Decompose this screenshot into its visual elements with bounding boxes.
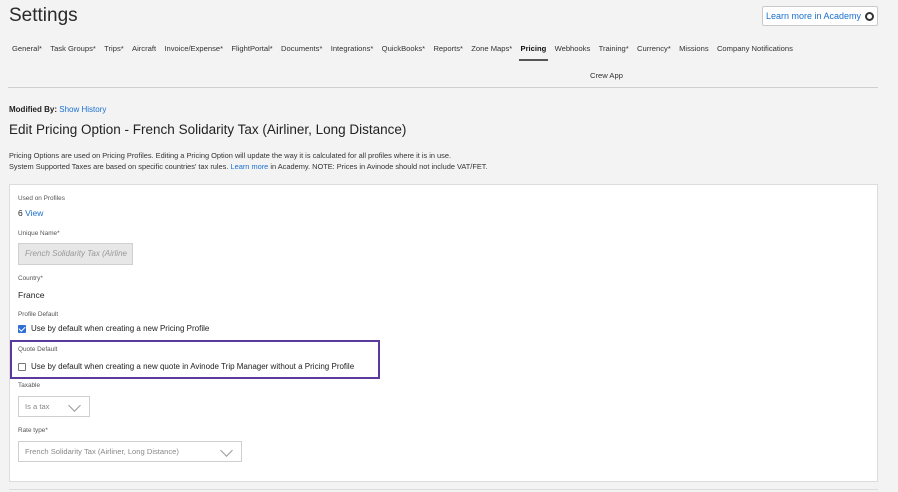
used-on-profiles-value: 6 View [18,208,43,218]
tab-integrations[interactable]: Integrations* [331,44,374,53]
profile-default-label: Profile Default [18,311,59,318]
tab-flightportal[interactable]: FlightPortal* [231,44,272,53]
tab-trips[interactable]: Trips* [104,44,124,53]
form-panel [9,184,878,482]
modified-by-label: Modified By: [9,105,57,114]
academy-button-label: Learn more in Academy [765,11,862,21]
quote-default-text: Use by default when creating a new quote… [31,362,355,371]
country-label: Country* [18,275,43,282]
description: Pricing Options are used on Pricing Prof… [9,150,488,172]
tab-pricing[interactable]: Pricing [518,44,549,61]
learn-more-academy-button[interactable]: Learn more in Academy [762,6,878,26]
settings-tabs: General* Task Groups* Trips* Aircraft In… [12,44,801,61]
tab-invoice-expense[interactable]: Invoice/Expense* [164,44,223,53]
country-value: France [18,290,45,300]
quote-default-checkbox[interactable] [18,362,26,371]
rate-type-select[interactable]: French Solidarity Tax (Airliner, Long Di… [18,441,242,462]
profile-default-option[interactable]: Use by default when creating a new Prici… [18,324,209,333]
used-on-profiles-label: Used on Profiles [18,195,65,202]
tab-quickbooks[interactable]: QuickBooks* [382,44,425,53]
rate-type-value: French Solidarity Tax (Airliner, Long Di… [25,447,179,456]
tab-zone-maps[interactable]: Zone Maps* [471,44,512,53]
tab-aircraft[interactable]: Aircraft [132,44,156,53]
description-line-2: System Supported Taxes are based on spec… [9,162,488,171]
profile-default-text: Use by default when creating a new Prici… [31,324,210,333]
tab-crew-app[interactable]: Crew App [590,71,623,80]
page-title: Settings [9,5,78,26]
tabs-divider [8,87,878,88]
unique-name-input: French Solidarity Tax (Airline [18,243,133,265]
show-history-link[interactable]: Show History [59,105,106,114]
profile-default-checkbox[interactable] [18,324,26,333]
learn-more-link[interactable]: Learn more [230,162,268,171]
chevron-down-icon [68,399,81,412]
tab-missions[interactable]: Missions [679,44,709,53]
quote-default-option[interactable]: Use by default when creating a new quote… [18,362,354,371]
view-profiles-link[interactable]: View [25,208,43,218]
chevron-down-icon [220,444,233,457]
taxable-select[interactable]: Is a tax [18,396,90,417]
tab-task-groups[interactable]: Task Groups* [50,44,96,53]
tab-training[interactable]: Training* [599,44,629,53]
edit-title: Edit Pricing Option - French Solidarity … [9,122,407,137]
tab-reports[interactable]: Reports* [433,44,463,53]
modified-by: Modified By: Show History [9,105,106,114]
quote-default-label: Quote Default [18,346,58,353]
description-line-1: Pricing Options are used on Pricing Prof… [9,151,452,160]
unique-name-label: Unique Name* [18,230,60,237]
profiles-count: 6 [18,208,23,218]
taxable-label: Taxable [18,382,41,389]
tab-webhooks[interactable]: Webhooks [555,44,591,53]
taxable-value: Is a tax [25,402,50,411]
tab-general[interactable]: General* [12,44,42,53]
bottom-divider [9,489,878,490]
tab-documents[interactable]: Documents* [281,44,322,53]
academy-icon [865,11,875,21]
quote-default-highlight [10,340,380,379]
tab-company-notifications[interactable]: Company Notifications [717,44,793,53]
rate-type-label: Rate type* [18,427,48,434]
tab-currency[interactable]: Currency* [637,44,671,53]
